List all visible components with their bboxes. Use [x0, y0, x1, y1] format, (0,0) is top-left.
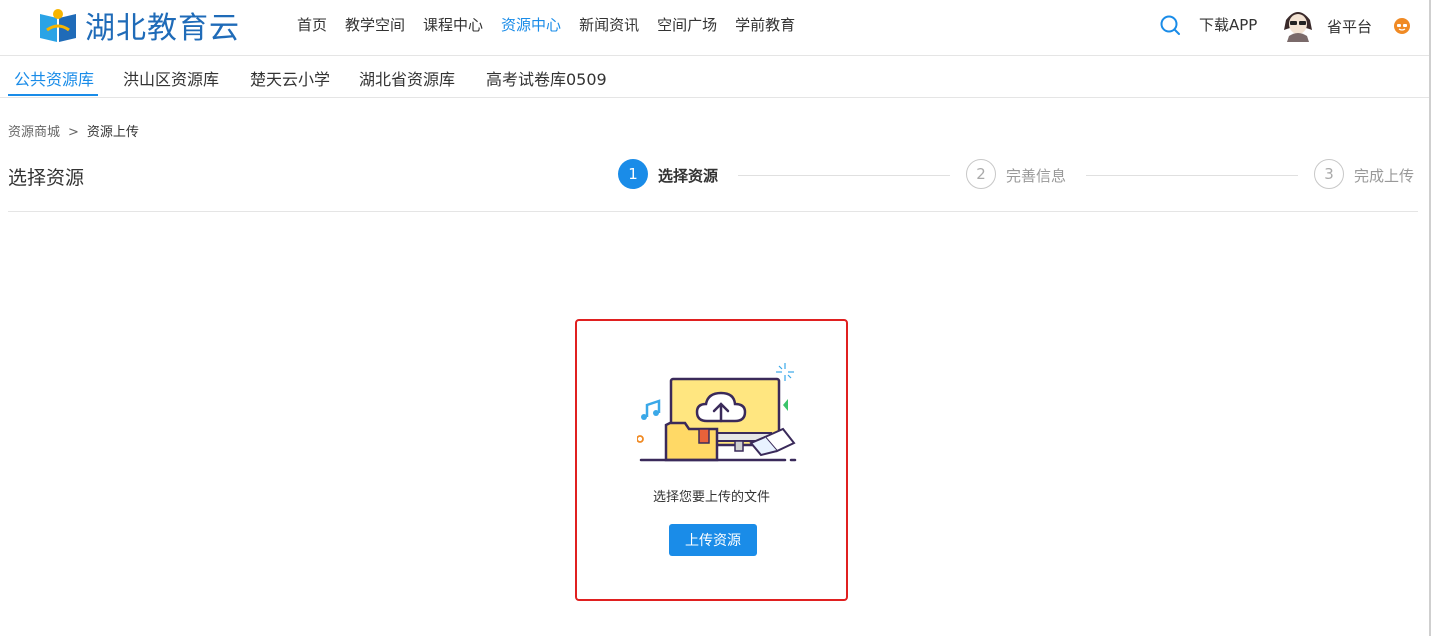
site-logo[interactable]: 湖北教育云 [37, 3, 240, 47]
title-divider [8, 211, 1418, 212]
nav-item-preschool[interactable]: 学前教育 [735, 14, 795, 35]
step-1-circle: 1 [618, 159, 648, 189]
step-1-label: 选择资源 [658, 167, 719, 185]
upload-card: 选择您要上传的文件 上传资源 [575, 319, 848, 601]
tab-public-library[interactable]: 公共资源库 [14, 66, 94, 90]
logo-text: 湖北教育云 [85, 11, 240, 46]
nav-item-teaching-space[interactable]: 教学空间 [345, 14, 405, 35]
nav-item-resource-center[interactable]: 资源中心 [501, 14, 561, 35]
tab-gaokao-papers[interactable]: 高考试卷库0509 [486, 66, 607, 90]
search-icon[interactable] [1159, 14, 1181, 36]
logo-book-icon [40, 9, 76, 42]
active-tab-underline [8, 94, 98, 96]
breadcrumb-separator: > [68, 125, 79, 140]
avatar[interactable] [1281, 6, 1315, 42]
step-3-label: 完成上传 [1354, 167, 1415, 185]
nav-item-course-center[interactable]: 课程中心 [423, 14, 483, 35]
upload-hint: 选择您要上传的文件 [652, 490, 770, 505]
breadcrumb: 资源商城 > 资源上传 [8, 121, 139, 140]
upload-steps: 1 选择资源 2 完善信息 3 完成上传 [618, 159, 1418, 193]
top-header: 湖北教育云 首页 教学空间 课程中心 资源中心 新闻资讯 空间广场 学前教育 下… [0, 0, 1431, 56]
resource-library-tabs: 公共资源库 洪山区资源库 楚天云小学 湖北省资源库 高考试卷库0509 [0, 56, 1431, 98]
breadcrumb-parent[interactable]: 资源商城 [8, 125, 60, 140]
tab-hongshan-library[interactable]: 洪山区资源库 [123, 66, 219, 90]
nav-item-home[interactable]: 首页 [297, 14, 327, 35]
download-app-link[interactable]: 下载APP [1199, 14, 1257, 35]
platform-switch[interactable]: 省平台 [1327, 16, 1372, 37]
nav-item-space-plaza[interactable]: 空间广场 [657, 14, 717, 35]
step-connector [1086, 175, 1298, 176]
step-3-circle: 3 [1314, 159, 1344, 189]
upload-resource-button[interactable]: 上传资源 [669, 524, 757, 556]
page-title: 选择资源 [8, 167, 85, 189]
header-right: 下载APP 省平台 [1141, 6, 1431, 46]
main-nav: 首页 教学空间 课程中心 资源中心 新闻资讯 空间广场 学前教育 [297, 14, 813, 35]
step-2-label: 完善信息 [1006, 167, 1067, 185]
platform-badge-icon[interactable] [1393, 17, 1411, 35]
nav-item-news[interactable]: 新闻资讯 [579, 14, 639, 35]
cloud-upload-monitor-icon [637, 363, 797, 462]
step-connector [738, 175, 950, 176]
breadcrumb-current: 资源上传 [86, 125, 139, 140]
tab-chutian-primary[interactable]: 楚天云小学 [250, 66, 330, 90]
tab-hubei-library[interactable]: 湖北省资源库 [359, 66, 455, 90]
step-2-circle: 2 [966, 159, 996, 189]
